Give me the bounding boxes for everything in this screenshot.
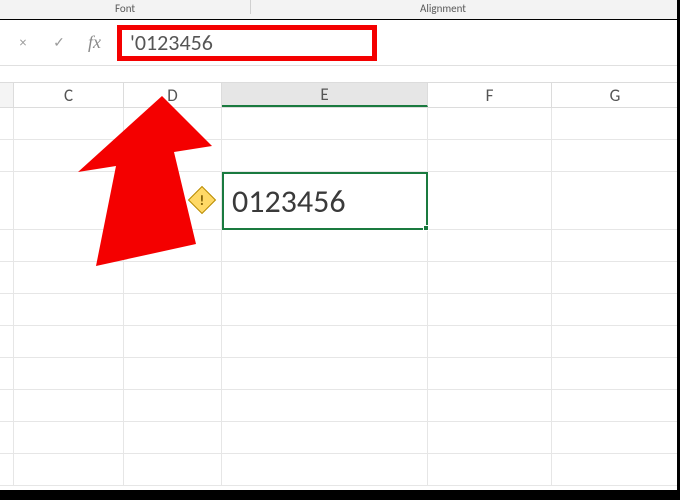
column-header-d[interactable]: D bbox=[124, 83, 222, 107]
ribbon-divider bbox=[250, 0, 251, 14]
ribbon-group-label-alignment: Alignment bbox=[420, 2, 466, 15]
column-header-f[interactable]: F bbox=[428, 83, 552, 107]
formula-bar: × ✓ fx bbox=[0, 20, 680, 66]
select-all-corner[interactable] bbox=[0, 83, 14, 107]
column-header-g[interactable]: G bbox=[552, 83, 678, 107]
ribbon-group-label-font: Font bbox=[115, 2, 135, 15]
fx-button[interactable]: fx bbox=[88, 32, 101, 53]
check-icon: ✓ bbox=[53, 34, 65, 51]
annotation-highlight-box bbox=[117, 25, 377, 61]
warning-icon: ! bbox=[200, 192, 205, 209]
formula-input[interactable] bbox=[130, 29, 364, 56]
ribbon-bottom-strip: Font Alignment bbox=[0, 0, 680, 20]
spacer bbox=[0, 66, 680, 82]
column-header-e-active[interactable]: E bbox=[222, 83, 428, 107]
close-icon: × bbox=[20, 34, 27, 51]
cancel-button[interactable]: × bbox=[12, 32, 34, 54]
spreadsheet-grid[interactable]: 0123456 ! bbox=[0, 108, 680, 486]
column-header-row: C D E F G bbox=[0, 82, 680, 108]
enter-button[interactable]: ✓ bbox=[48, 32, 70, 54]
frame-border-bottom bbox=[0, 490, 680, 500]
column-header-c[interactable]: C bbox=[14, 83, 124, 107]
